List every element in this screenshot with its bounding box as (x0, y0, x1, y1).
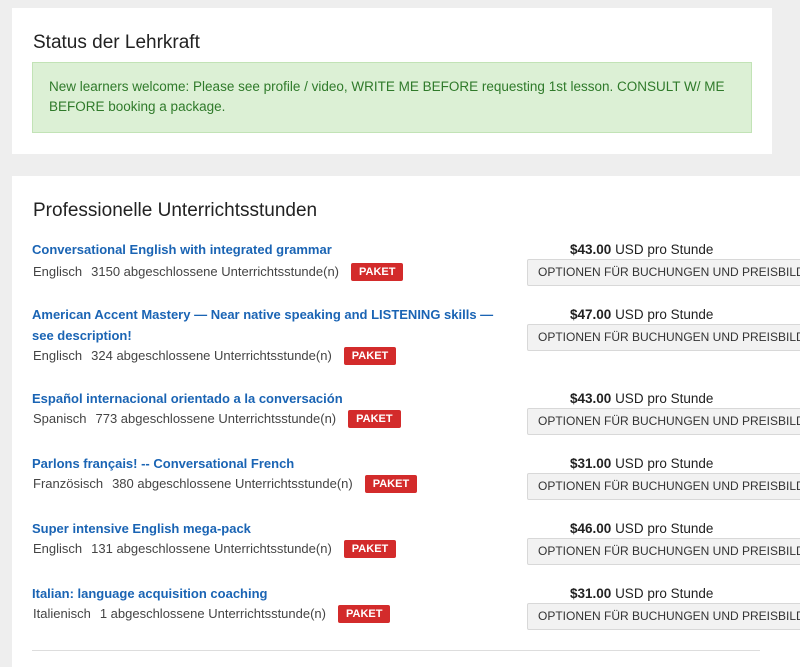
booking-options-button[interactable]: OPTIONEN FÜR BUCHUNGEN UND PREISBILDUNG (527, 538, 800, 565)
lesson-price: $31.00 USD pro Stunde (570, 456, 713, 471)
booking-options-button[interactable]: OPTIONEN FÜR BUCHUNGEN UND PREISBILDUNG (527, 324, 800, 351)
price-unit: USD pro Stunde (615, 242, 714, 257)
lesson-language: Englisch (33, 541, 83, 556)
lesson-title-link[interactable]: Conversational English with integrated g… (32, 239, 502, 260)
lesson-price: $43.00 USD pro Stunde (570, 391, 713, 406)
lesson-completed-count: 3150 abgeschlossene Unterrichtsstunde(n) (91, 264, 340, 279)
lesson-price: $43.00 USD pro Stunde (570, 242, 713, 257)
lesson-title-link[interactable]: Parlons français! -- Conversational Fren… (32, 453, 502, 474)
price-unit: USD pro Stunde (615, 586, 714, 601)
paket-badge: PAKET (348, 410, 401, 428)
lesson-completed-count: 131 abgeschlossene Unterrichtsstunde(n) (91, 541, 332, 556)
lesson-meta: Italienisch 1 abgeschlossene Unterrichts… (33, 605, 391, 623)
lesson-price: $47.00 USD pro Stunde (570, 307, 713, 322)
lesson-language: Französisch (33, 476, 104, 491)
booking-options-button[interactable]: OPTIONEN FÜR BUCHUNGEN UND PREISBILDUNG (527, 408, 800, 435)
lesson-language: Italienisch (33, 606, 91, 621)
lesson-completed-count: 1 abgeschlossene Unterrichtsstunde(n) (99, 606, 326, 621)
status-title: Status der Lehrkraft (33, 32, 200, 53)
price-amount: $43.00 (570, 242, 612, 257)
price-amount: $31.00 (570, 586, 612, 601)
lesson-title-link[interactable]: Italian: language acquisition coaching (32, 583, 502, 604)
lesson-completed-count: 324 abgeschlossene Unterrichtsstunde(n) (91, 348, 332, 363)
booking-options-button[interactable]: OPTIONEN FÜR BUCHUNGEN UND PREISBILDUNG (527, 473, 800, 500)
booking-options-button[interactable]: OPTIONEN FÜR BUCHUNGEN UND PREISBILDUNG (527, 603, 800, 630)
lesson-completed-count: 773 abgeschlossene Unterrichtsstunde(n) (95, 411, 337, 426)
teacher-status-card: Status der Lehrkraft New learners welcom… (12, 8, 772, 154)
lesson-price: $31.00 USD pro Stunde (570, 586, 713, 601)
lesson-title-link[interactable]: Español internacional orientado a la con… (32, 388, 502, 409)
booking-options-button[interactable]: OPTIONEN FÜR BUCHUNGEN UND PREISBILDUNG (527, 259, 800, 286)
price-unit: USD pro Stunde (615, 456, 714, 471)
lesson-meta: Französisch 380 abgeschlossene Unterrich… (33, 475, 418, 493)
lessons-title: Professionelle Unterrichtsstunden (33, 200, 318, 221)
price-amount: $43.00 (570, 391, 612, 406)
price-unit: USD pro Stunde (615, 391, 714, 406)
lesson-title-link[interactable]: Super intensive English mega-pack (32, 518, 502, 539)
lesson-meta: Spanisch 773 abgeschlossene Unterrichtss… (33, 410, 401, 428)
price-amount: $31.00 (570, 456, 612, 471)
paket-badge: PAKET (343, 540, 397, 558)
paket-badge: PAKET (351, 263, 404, 281)
price-unit: USD pro Stunde (615, 521, 714, 536)
lesson-language: Spanisch (33, 411, 87, 426)
price-amount: $46.00 (570, 521, 612, 536)
paket-badge: PAKET (343, 347, 397, 365)
price-amount: $47.00 (570, 307, 612, 322)
lesson-completed-count: 380 abgeschlossene Unterrichtsstunde(n) (112, 476, 353, 491)
price-unit: USD pro Stunde (615, 307, 714, 322)
lessons-card: Professionelle Unterrichtsstunden Conver… (12, 176, 800, 667)
lesson-language: Englisch (33, 348, 83, 363)
status-notice: New learners welcome: Please see profile… (32, 62, 752, 133)
lesson-meta: Englisch 131 abgeschlossene Unterrichtss… (33, 540, 397, 558)
lesson-price: $46.00 USD pro Stunde (570, 521, 713, 536)
paket-badge: PAKET (338, 605, 391, 623)
section-divider (32, 650, 760, 651)
lesson-meta: Englisch 3150 abgeschlossene Unterrichts… (33, 263, 404, 281)
paket-badge: PAKET (364, 475, 418, 493)
lesson-title-link[interactable]: American Accent Mastery — Near native sp… (32, 304, 502, 346)
lesson-meta: Englisch 324 abgeschlossene Unterrichtss… (33, 347, 397, 365)
lesson-language: Englisch (33, 264, 83, 279)
